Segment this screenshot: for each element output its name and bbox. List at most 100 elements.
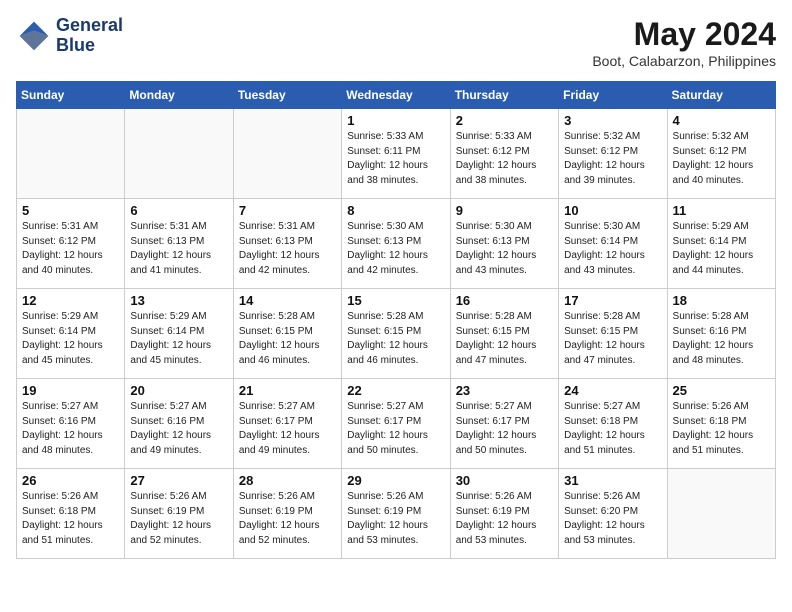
calendar-week-3: 12 Sunrise: 5:29 AMSunset: 6:14 PMDayligh… bbox=[17, 289, 776, 379]
cell-info: Sunrise: 5:28 AMSunset: 6:15 PMDaylight:… bbox=[564, 310, 661, 368]
cell-info: Sunrise: 5:30 AMSunset: 6:14 PMDaylight:… bbox=[564, 220, 661, 278]
day-number: 6 bbox=[130, 203, 227, 218]
calendar-header-friday: Friday bbox=[559, 82, 667, 109]
calendar-header-tuesday: Tuesday bbox=[233, 82, 341, 109]
calendar-cell: 15 Sunrise: 5:28 AMSunset: 6:15 PMDayligh… bbox=[342, 289, 450, 379]
cell-info: Sunrise: 5:27 AMSunset: 6:17 PMDaylight:… bbox=[456, 400, 553, 458]
calendar-header-wednesday: Wednesday bbox=[342, 82, 450, 109]
calendar-cell: 24Sunrise: 5:27 AMSunset: 6:18 PMDayligh… bbox=[559, 379, 667, 469]
calendar-header-row: SundayMondayTuesdayWednesdayThursdayFrid… bbox=[17, 82, 776, 109]
cell-info: Sunrise: 5:28 AMSunset: 6:15 PMDaylight:… bbox=[239, 310, 336, 368]
day-number: 15 bbox=[347, 293, 444, 308]
cell-info: Sunrise: 5:28 AMSunset: 6:15 PMDaylight:… bbox=[347, 310, 444, 368]
day-number: 29 bbox=[347, 473, 444, 488]
day-number: 24 bbox=[564, 383, 661, 398]
calendar-cell: 22 Sunrise: 5:27 AMSunset: 6:17 PMDayligh… bbox=[342, 379, 450, 469]
calendar-header-monday: Monday bbox=[125, 82, 233, 109]
day-number: 7 bbox=[239, 203, 336, 218]
cell-info: Sunrise: 5:30 AMSunset: 6:13 PMDaylight:… bbox=[347, 220, 444, 278]
day-number: 28 bbox=[239, 473, 336, 488]
day-number: 13 bbox=[130, 293, 227, 308]
calendar-cell: 2Sunrise: 5:33 AMSunset: 6:12 PMDaylight… bbox=[450, 109, 558, 199]
calendar-cell: 23 Sunrise: 5:27 AMSunset: 6:17 PMDayligh… bbox=[450, 379, 558, 469]
calendar-cell: 26 Sunrise: 5:26 AMSunset: 6:18 PMDayligh… bbox=[17, 469, 125, 559]
calendar-cell: 30 Sunrise: 5:26 AMSunset: 6:19 PMDayligh… bbox=[450, 469, 558, 559]
calendar-cell bbox=[667, 469, 775, 559]
logo-line2: Blue bbox=[56, 36, 123, 56]
cell-info: Sunrise: 5:26 AMSunset: 6:19 PMDaylight:… bbox=[239, 490, 336, 548]
calendar-week-1: 1 Sunrise: 5:33 AMSunset: 6:11 PMDaylight… bbox=[17, 109, 776, 199]
day-number: 20 bbox=[130, 383, 227, 398]
day-number: 31 bbox=[564, 473, 661, 488]
calendar-cell: 31Sunrise: 5:26 AMSunset: 6:20 PMDayligh… bbox=[559, 469, 667, 559]
calendar-cell: 5 Sunrise: 5:31 AMSunset: 6:12 PMDaylight… bbox=[17, 199, 125, 289]
calendar-cell bbox=[233, 109, 341, 199]
cell-info: Sunrise: 5:26 AMSunset: 6:18 PMDaylight:… bbox=[22, 490, 119, 548]
cell-info: Sunrise: 5:28 AMSunset: 6:15 PMDaylight:… bbox=[456, 310, 553, 368]
calendar-cell: 12 Sunrise: 5:29 AMSunset: 6:14 PMDayligh… bbox=[17, 289, 125, 379]
calendar-cell: 29 Sunrise: 5:26 AMSunset: 6:19 PMDayligh… bbox=[342, 469, 450, 559]
cell-info: Sunrise: 5:29 AMSunset: 6:14 PMDaylight:… bbox=[673, 220, 770, 278]
day-number: 19 bbox=[22, 383, 119, 398]
cell-info: Sunrise: 5:26 AMSunset: 6:19 PMDaylight:… bbox=[347, 490, 444, 548]
day-number: 25 bbox=[673, 383, 770, 398]
calendar-cell: 17 Sunrise: 5:28 AMSunset: 6:15 PMDayligh… bbox=[559, 289, 667, 379]
calendar-cell bbox=[17, 109, 125, 199]
calendar-week-2: 5 Sunrise: 5:31 AMSunset: 6:12 PMDaylight… bbox=[17, 199, 776, 289]
cell-info: Sunrise: 5:30 AMSunset: 6:13 PMDaylight:… bbox=[456, 220, 553, 278]
day-number: 10 bbox=[564, 203, 661, 218]
cell-info: Sunrise: 5:33 AMSunset: 6:11 PMDaylight:… bbox=[347, 130, 444, 188]
cell-info: Sunrise: 5:31 AMSunset: 6:13 PMDaylight:… bbox=[239, 220, 336, 278]
cell-info: Sunrise: 5:29 AMSunset: 6:14 PMDaylight:… bbox=[22, 310, 119, 368]
day-number: 22 bbox=[347, 383, 444, 398]
title-block: May 2024 Boot, Calabarzon, Philippines bbox=[592, 16, 776, 69]
cell-info: Sunrise: 5:31 AMSunset: 6:13 PMDaylight:… bbox=[130, 220, 227, 278]
cell-info: Sunrise: 5:26 AMSunset: 6:18 PMDaylight:… bbox=[673, 400, 770, 458]
day-number: 5 bbox=[22, 203, 119, 218]
cell-info: Sunrise: 5:26 AMSunset: 6:19 PMDaylight:… bbox=[130, 490, 227, 548]
day-number: 23 bbox=[456, 383, 553, 398]
day-number: 16 bbox=[456, 293, 553, 308]
cell-info: Sunrise: 5:27 AMSunset: 6:17 PMDaylight:… bbox=[239, 400, 336, 458]
calendar-cell: 13 Sunrise: 5:29 AMSunset: 6:14 PMDayligh… bbox=[125, 289, 233, 379]
logo-text: General Blue bbox=[56, 16, 123, 56]
calendar-cell: 10 Sunrise: 5:30 AMSunset: 6:14 PMDayligh… bbox=[559, 199, 667, 289]
day-number: 12 bbox=[22, 293, 119, 308]
calendar-header-saturday: Saturday bbox=[667, 82, 775, 109]
day-number: 21 bbox=[239, 383, 336, 398]
calendar-cell: 16 Sunrise: 5:28 AMSunset: 6:15 PMDayligh… bbox=[450, 289, 558, 379]
cell-info: Sunrise: 5:26 AMSunset: 6:19 PMDaylight:… bbox=[456, 490, 553, 548]
cell-info: Sunrise: 5:27 AMSunset: 6:17 PMDaylight:… bbox=[347, 400, 444, 458]
day-number: 8 bbox=[347, 203, 444, 218]
calendar-cell: 28 Sunrise: 5:26 AMSunset: 6:19 PMDayligh… bbox=[233, 469, 341, 559]
calendar-week-4: 19 Sunrise: 5:27 AMSunset: 6:16 PMDayligh… bbox=[17, 379, 776, 469]
calendar-week-5: 26 Sunrise: 5:26 AMSunset: 6:18 PMDayligh… bbox=[17, 469, 776, 559]
day-number: 27 bbox=[130, 473, 227, 488]
cell-info: Sunrise: 5:27 AMSunset: 6:16 PMDaylight:… bbox=[22, 400, 119, 458]
day-number: 3 bbox=[564, 113, 661, 128]
calendar-cell bbox=[125, 109, 233, 199]
day-number: 18 bbox=[673, 293, 770, 308]
day-number: 17 bbox=[564, 293, 661, 308]
calendar-cell: 3 Sunrise: 5:32 AMSunset: 6:12 PMDaylight… bbox=[559, 109, 667, 199]
calendar-cell: 25 Sunrise: 5:26 AMSunset: 6:18 PMDayligh… bbox=[667, 379, 775, 469]
page-header: General Blue May 2024 Boot, Calabarzon, … bbox=[16, 16, 776, 69]
calendar-cell: 4Sunrise: 5:32 AMSunset: 6:12 PMDaylight… bbox=[667, 109, 775, 199]
logo-icon bbox=[16, 18, 52, 54]
day-number: 1 bbox=[347, 113, 444, 128]
calendar-cell: 14 Sunrise: 5:28 AMSunset: 6:15 PMDayligh… bbox=[233, 289, 341, 379]
calendar-table: SundayMondayTuesdayWednesdayThursdayFrid… bbox=[16, 81, 776, 559]
cell-info: Sunrise: 5:31 AMSunset: 6:12 PMDaylight:… bbox=[22, 220, 119, 278]
cell-info: Sunrise: 5:32 AMSunset: 6:12 PMDaylight:… bbox=[564, 130, 661, 188]
day-number: 4 bbox=[673, 113, 770, 128]
calendar-cell: 6 Sunrise: 5:31 AMSunset: 6:13 PMDaylight… bbox=[125, 199, 233, 289]
day-number: 14 bbox=[239, 293, 336, 308]
calendar-header-sunday: Sunday bbox=[17, 82, 125, 109]
month-title: May 2024 bbox=[592, 16, 776, 53]
day-number: 26 bbox=[22, 473, 119, 488]
cell-info: Sunrise: 5:29 AMSunset: 6:14 PMDaylight:… bbox=[130, 310, 227, 368]
day-number: 30 bbox=[456, 473, 553, 488]
calendar-header-thursday: Thursday bbox=[450, 82, 558, 109]
calendar-cell: 27 Sunrise: 5:26 AMSunset: 6:19 PMDayligh… bbox=[125, 469, 233, 559]
logo: General Blue bbox=[16, 16, 123, 56]
